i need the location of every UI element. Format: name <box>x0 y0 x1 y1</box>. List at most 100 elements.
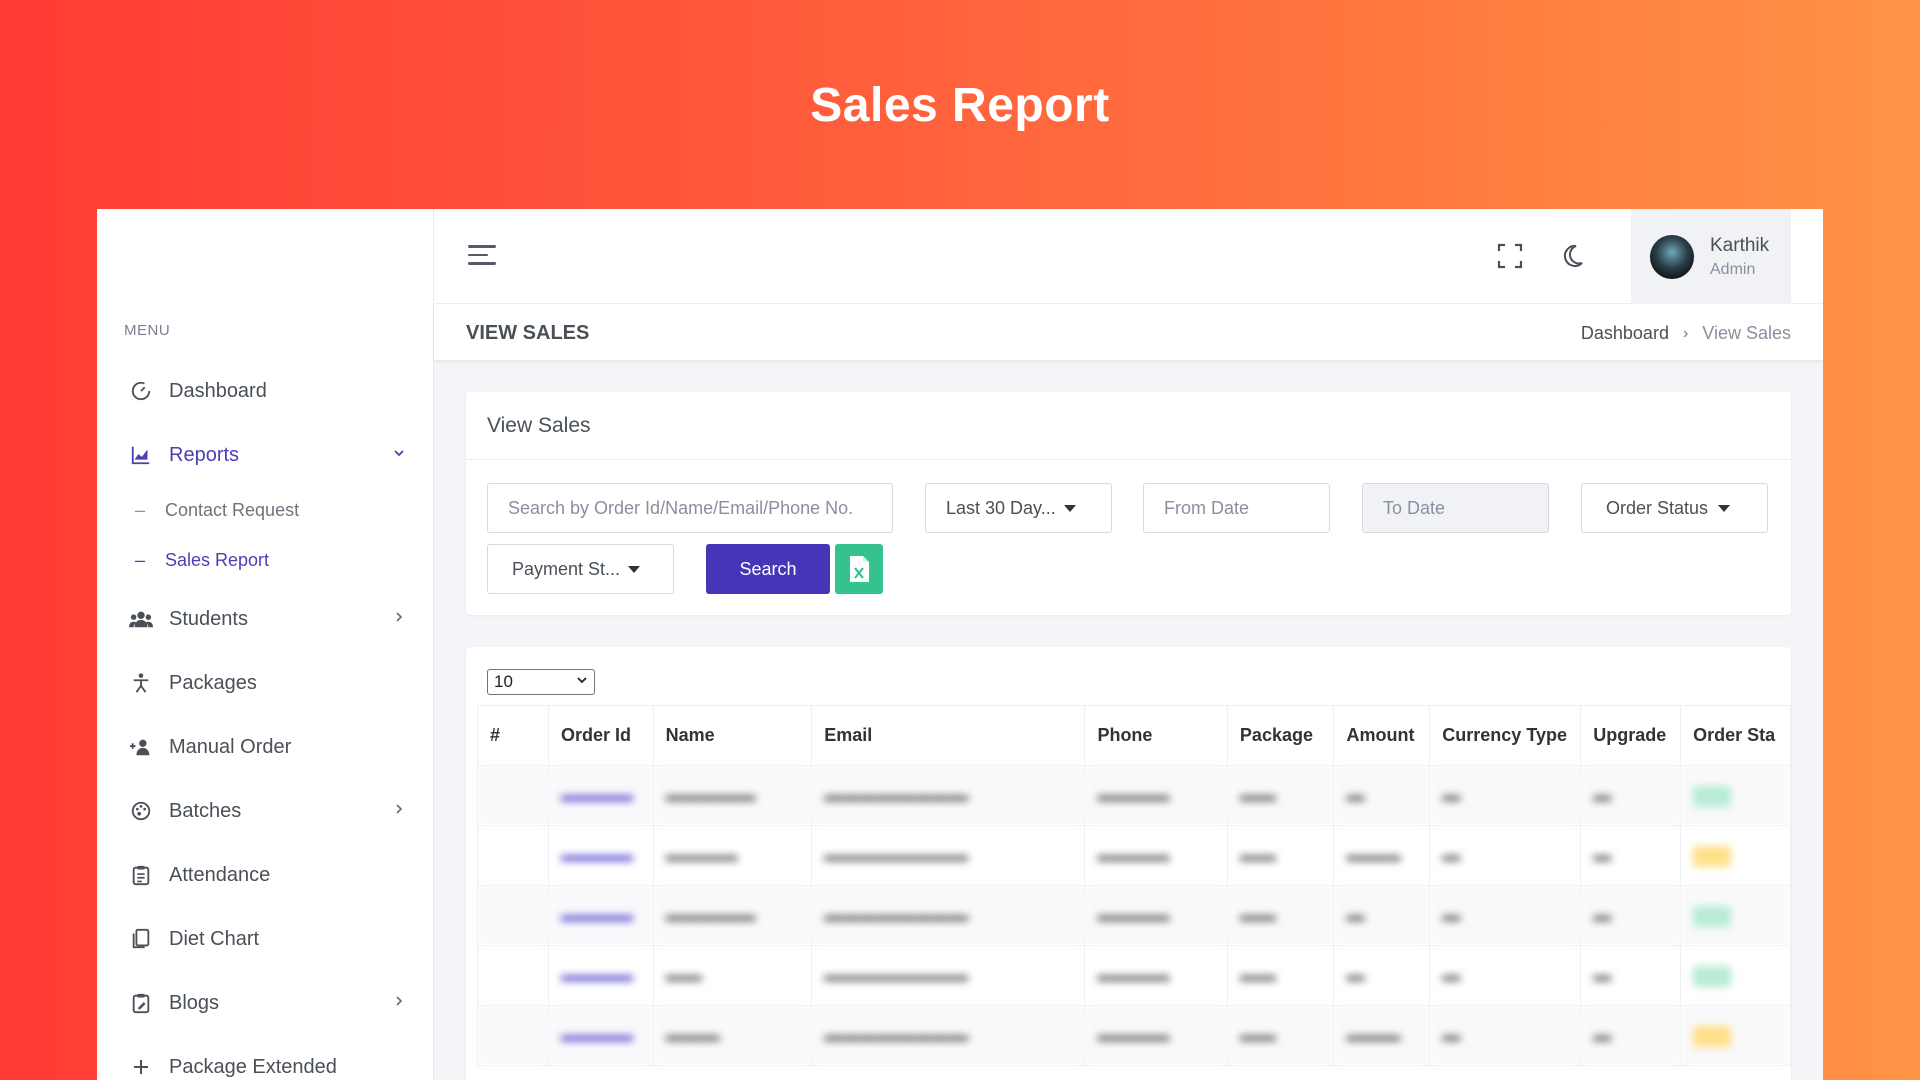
sidebar-item-label: Batches <box>169 799 242 822</box>
clipboard-edit-icon <box>129 991 153 1015</box>
col-header-name[interactable]: Name <box>652 705 813 766</box>
col-header-amount[interactable]: Amount <box>1333 705 1431 766</box>
fullscreen-icon[interactable] <box>1494 240 1526 272</box>
sidebar-item-label: Manual Order <box>169 735 292 758</box>
redacted-cell: ▬▬ <box>652 945 813 1006</box>
redacted-cell: ▬ <box>1429 945 1582 1006</box>
redacted-cell <box>476 825 550 886</box>
col-header-email[interactable]: Email <box>811 705 1086 766</box>
search-button[interactable]: Search <box>706 544 830 594</box>
topbar: Karthik Admin <box>434 209 1823 304</box>
caret-down-icon <box>628 565 641 573</box>
redacted-cell: ▬▬▬▬▬▬▬▬ <box>811 945 1086 1006</box>
sidebar-item-label: Diet Chart <box>169 927 260 950</box>
date-range-select[interactable]: Last 30 Day... <box>925 483 1112 533</box>
table-row: ▬▬▬▬ ▬▬▬▬▬ ▬▬▬▬▬▬▬▬ ▬▬▬▬ ▬▬ ▬ ▬ ▬ <box>476 765 1791 826</box>
sidebar-item-label: Packages <box>169 671 257 694</box>
redacted-cell: ▬ <box>1429 765 1582 826</box>
page-header: VIEW SALES Dashboard › View Sales <box>434 304 1823 360</box>
redacted-cell: ▬▬▬ <box>652 1005 813 1066</box>
breadcrumb-current: View Sales <box>1702 323 1791 343</box>
sidebar-item-diet-chart[interactable]: Diet Chart <box>97 919 434 959</box>
redacted-cell: ▬▬▬▬ <box>548 825 654 886</box>
order-status-select[interactable]: Order Status <box>1581 483 1768 533</box>
col-header-index[interactable]: # <box>476 705 550 766</box>
redacted-cell <box>476 945 550 1006</box>
redacted-cell: ▬ <box>1580 885 1682 946</box>
redacted-cell: ▬▬▬▬ <box>548 1005 654 1066</box>
redacted-cell: ▬ <box>1580 825 1682 886</box>
redacted-cell: ▬▬▬▬▬▬▬▬ <box>811 885 1086 946</box>
sidebar-item-package-extended[interactable]: Package Extended <box>97 1047 434 1080</box>
date-range-value: Last 30 Day... <box>946 497 1056 518</box>
col-header-order-status[interactable]: Order Sta <box>1680 705 1791 766</box>
dash-marker: – <box>135 549 146 570</box>
breadcrumb-dashboard-link[interactable]: Dashboard <box>1581 323 1669 344</box>
col-header-phone[interactable]: Phone <box>1084 705 1228 766</box>
chevron-down-icon <box>392 446 406 463</box>
excel-file-icon <box>850 556 869 582</box>
sidebar-item-students[interactable]: Students <box>97 599 434 639</box>
from-date-input[interactable] <box>1143 483 1330 533</box>
search-input[interactable] <box>487 483 893 533</box>
redacted-cell <box>476 1005 550 1066</box>
redacted-cell: ▬▬▬▬▬▬▬▬ <box>811 825 1086 886</box>
sidebar-item-label: Package Extended <box>169 1055 337 1078</box>
excel-export-button[interactable] <box>835 544 883 594</box>
redacted-cell: ▬ <box>1580 765 1682 826</box>
menu-heading: MENU <box>124 322 171 339</box>
redacted-cell: ▬▬ <box>1226 885 1335 946</box>
sidebar-item-attendance[interactable]: Attendance <box>97 855 434 895</box>
sidebar-subitem-sales-report[interactable]: – Sales Report <box>97 544 434 576</box>
col-header-currency-type[interactable]: Currency Type <box>1429 705 1582 766</box>
sidebar: MENU Dashboard Reports – Contact Request… <box>97 209 434 1080</box>
sidebar-item-manual-order[interactable]: Manual Order <box>97 727 434 767</box>
redacted-cell: ▬▬▬▬ <box>548 885 654 946</box>
redacted-cell: ▬▬▬▬▬▬▬▬ <box>811 1005 1086 1066</box>
redacted-cell <box>1680 825 1791 886</box>
sidebar-subitem-contact-request[interactable]: – Contact Request <box>97 494 434 526</box>
page-size-value: 10 <box>494 672 513 691</box>
redacted-cell: ▬▬▬ <box>1333 1005 1431 1066</box>
sidebar-item-batches[interactable]: Batches <box>97 791 434 831</box>
divider <box>466 459 1791 460</box>
user-menu[interactable]: Karthik Admin <box>1631 209 1791 304</box>
redacted-cell: ▬▬▬▬ <box>1084 1005 1228 1066</box>
sidebar-item-dashboard[interactable]: Dashboard <box>97 371 434 411</box>
card-title: View Sales <box>487 414 591 437</box>
redacted-cell: ▬▬ <box>1226 1005 1335 1066</box>
sidebar-item-label: Attendance <box>169 863 271 886</box>
document-copy-icon <box>129 927 153 951</box>
redacted-cell: ▬▬▬▬▬ <box>652 765 813 826</box>
filter-card: View Sales Last 30 Day... Order Status P… <box>466 392 1791 615</box>
redacted-cell: ▬ <box>1333 945 1431 1006</box>
payment-status-select[interactable]: Payment St... <box>487 544 674 594</box>
caret-down-icon <box>1063 504 1076 512</box>
table-row: ▬▬▬▬ ▬▬ ▬▬▬▬▬▬▬▬ ▬▬▬▬ ▬▬ ▬ ▬ ▬ <box>476 945 1791 1006</box>
redacted-cell: ▬▬▬▬▬ <box>652 885 813 946</box>
breadcrumb: Dashboard › View Sales <box>1581 323 1791 344</box>
redacted-cell: ▬ <box>1429 825 1582 886</box>
page-size-select[interactable]: 10 <box>487 669 595 695</box>
sidebar-item-blogs[interactable]: Blogs <box>97 983 434 1023</box>
sidebar-item-reports[interactable]: Reports <box>97 435 434 475</box>
redacted-cell: ▬ <box>1580 945 1682 1006</box>
sidebar-item-packages[interactable]: Packages <box>97 663 434 703</box>
redacted-cell <box>1680 1005 1791 1066</box>
caret-down-icon <box>1718 504 1731 512</box>
redacted-cell: ▬▬ <box>1226 825 1335 886</box>
to-date-input[interactable] <box>1362 483 1549 533</box>
chevron-right-icon <box>392 994 406 1011</box>
redacted-cell: ▬▬▬▬ <box>548 945 654 1006</box>
palette-icon <box>129 799 153 823</box>
redacted-cell: ▬▬▬▬▬▬▬▬ <box>811 765 1086 826</box>
dark-mode-moon-icon[interactable] <box>1556 240 1588 272</box>
col-header-upgrade[interactable]: Upgrade <box>1580 705 1682 766</box>
table-row: ▬▬▬▬ ▬▬▬▬▬ ▬▬▬▬▬▬▬▬ ▬▬▬▬ ▬▬ ▬ ▬ ▬ <box>476 885 1791 946</box>
col-header-package[interactable]: Package <box>1226 705 1335 766</box>
col-header-order-id[interactable]: Order Id <box>548 705 654 766</box>
menu-toggle-icon[interactable] <box>468 245 496 267</box>
redacted-cell <box>476 885 550 946</box>
sidebar-item-label: Reports <box>169 443 240 466</box>
user-name: Karthik <box>1710 234 1770 256</box>
